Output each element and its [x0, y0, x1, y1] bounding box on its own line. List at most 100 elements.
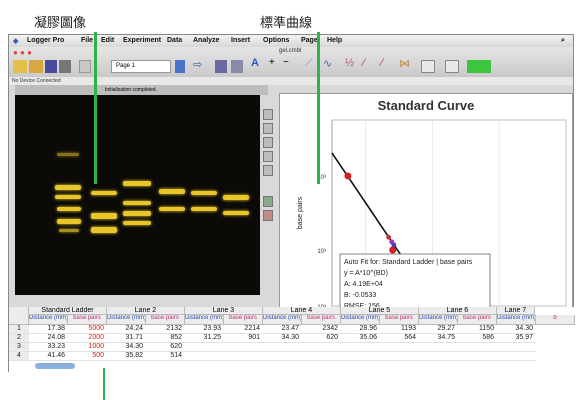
- table-cell[interactable]: 620: [302, 334, 341, 343]
- tangent-icon[interactable]: ∿: [323, 57, 337, 70]
- table-cell[interactable]: 500: [68, 352, 107, 361]
- menu-help[interactable]: Help: [327, 37, 342, 44]
- table-cell[interactable]: [458, 343, 497, 352]
- next-page-icon[interactable]: ⇨: [193, 58, 207, 71]
- zoom-out-icon[interactable]: −: [283, 57, 293, 70]
- table-cell[interactable]: 23.93: [185, 325, 224, 334]
- zoom-in-icon[interactable]: +: [269, 57, 279, 70]
- table-corner[interactable]: [9, 307, 29, 325]
- menu-edit[interactable]: Edit: [101, 37, 114, 44]
- table-cell[interactable]: [419, 343, 458, 352]
- table-cell[interactable]: 17.38: [29, 325, 68, 334]
- column-header[interactable]: b: [536, 315, 575, 325]
- column-header[interactable]: Distance (mm): [341, 315, 380, 325]
- new-file-icon[interactable]: [13, 60, 27, 73]
- column-header[interactable]: Distance (mm): [263, 315, 302, 325]
- back-icon[interactable]: [79, 60, 91, 73]
- table-cell[interactable]: 31.71: [107, 334, 146, 343]
- page-select[interactable]: Page 1: [111, 60, 171, 73]
- camera-icon[interactable]: [421, 60, 435, 73]
- table-cell[interactable]: [419, 352, 458, 361]
- table-cell[interactable]: 35.06: [341, 334, 380, 343]
- table-cell[interactable]: 586: [458, 334, 497, 343]
- table-cell[interactable]: 34.30: [107, 343, 146, 352]
- table-cell[interactable]: 564: [380, 334, 419, 343]
- table-cell[interactable]: [302, 343, 341, 352]
- menu-app[interactable]: Logger Pro: [27, 37, 64, 44]
- table-cell[interactable]: 29.27: [419, 325, 458, 334]
- table-cell[interactable]: [497, 343, 536, 352]
- table-cell[interactable]: [224, 352, 263, 361]
- curve-fit-icon[interactable]: ⋈: [399, 57, 413, 70]
- table-cell[interactable]: [380, 343, 419, 352]
- column-group-header[interactable]: Lane 7: [497, 307, 535, 315]
- row-number[interactable]: 2: [9, 334, 29, 343]
- table-cell[interactable]: 28.96: [341, 325, 380, 334]
- column-header[interactable]: base pairs: [68, 315, 107, 325]
- menu-insert[interactable]: Insert: [231, 37, 250, 44]
- open-folder-icon[interactable]: [29, 60, 43, 73]
- tool-icon[interactable]: [263, 123, 273, 134]
- column-group-header[interactable]: Lane 3: [185, 307, 263, 315]
- column-group-header[interactable]: Standard Ladder: [29, 307, 107, 315]
- table-cell[interactable]: 34.75: [419, 334, 458, 343]
- table-cell[interactable]: [458, 352, 497, 361]
- column-group-header[interactable]: Lane 6: [419, 307, 497, 315]
- table-cell[interactable]: 852: [146, 334, 185, 343]
- table-cell[interactable]: 33.23: [29, 343, 68, 352]
- table-cell[interactable]: 901: [224, 334, 263, 343]
- table-cell[interactable]: 24.24: [107, 325, 146, 334]
- column-group-header[interactable]: Lane 2: [107, 307, 185, 315]
- table-cell[interactable]: 1150: [458, 325, 497, 334]
- table-cell[interactable]: 2132: [146, 325, 185, 334]
- table-cell[interactable]: 41.46: [29, 352, 68, 361]
- table-scrollbar[interactable]: [35, 363, 75, 369]
- tool-icon[interactable]: [263, 196, 273, 207]
- table-cell[interactable]: 5000: [68, 325, 107, 334]
- table-cell[interactable]: 2342: [302, 325, 341, 334]
- column-header[interactable]: base pairs: [224, 315, 263, 325]
- table-cell[interactable]: 35.82: [107, 352, 146, 361]
- row-number[interactable]: 3: [9, 343, 29, 352]
- table-cell[interactable]: [263, 343, 302, 352]
- data-browser-icon[interactable]: [215, 60, 227, 73]
- table-cell[interactable]: [185, 352, 224, 361]
- save-icon[interactable]: [45, 60, 57, 73]
- column-header[interactable]: Distance (mm): [107, 315, 146, 325]
- apple-icon[interactable]: ◆: [13, 37, 18, 45]
- meter-icon[interactable]: [445, 60, 459, 73]
- table-cell[interactable]: 1000: [68, 343, 107, 352]
- column-header[interactable]: Distance (mm): [419, 315, 458, 325]
- column-group-header[interactable]: Lane 4: [263, 307, 341, 315]
- table-cell[interactable]: [185, 343, 224, 352]
- tool-icon[interactable]: [263, 137, 273, 148]
- menu-file[interactable]: File: [81, 37, 93, 44]
- table-cell[interactable]: [341, 343, 380, 352]
- table-cell[interactable]: [302, 352, 341, 361]
- menu-experiment[interactable]: Experiment: [123, 37, 161, 44]
- stats-icon[interactable]: ∕: [363, 57, 377, 70]
- column-header[interactable]: Distance (mm): [497, 315, 536, 325]
- column-group-header[interactable]: Lane 5: [341, 307, 419, 315]
- table-cell[interactable]: 514: [146, 352, 185, 361]
- menu-analyze[interactable]: Analyze: [193, 37, 219, 44]
- table-cell[interactable]: 31.25: [185, 334, 224, 343]
- table-cell[interactable]: [341, 352, 380, 361]
- table-cell[interactable]: 35.97: [497, 334, 536, 343]
- column-header[interactable]: Distance (mm): [29, 315, 68, 325]
- table-cell[interactable]: [497, 352, 536, 361]
- tool-icon[interactable]: [263, 210, 273, 221]
- row-number[interactable]: 1: [9, 325, 29, 334]
- tool-icon[interactable]: [263, 109, 273, 120]
- menu-data[interactable]: Data: [167, 37, 182, 44]
- tool-icon[interactable]: [263, 151, 273, 162]
- table-cell[interactable]: 2214: [224, 325, 263, 334]
- table-cell[interactable]: 2000: [68, 334, 107, 343]
- table-cell[interactable]: [263, 352, 302, 361]
- window-controls-icon[interactable]: ● ● ●: [13, 48, 32, 57]
- table-icon[interactable]: [231, 60, 243, 73]
- table-cell[interactable]: 24.08: [29, 334, 68, 343]
- page-dropdown-icon[interactable]: [175, 60, 185, 73]
- table-cell[interactable]: 620: [146, 343, 185, 352]
- table-cell[interactable]: [380, 352, 419, 361]
